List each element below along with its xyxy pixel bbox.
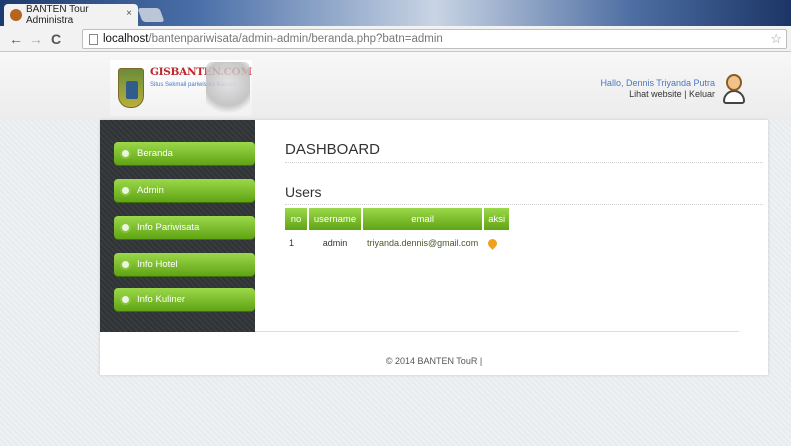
browser-toolbar: ← → C localhost /bantenpariwisata/admin-… [0, 26, 791, 52]
cell-no: 1 [289, 238, 295, 249]
column-header-aksi: aksi [484, 208, 510, 230]
emblem-icon [118, 68, 144, 108]
sidebar-item-label: Info Hotel [137, 259, 178, 270]
users-table: no username email aksi 1 admin triyanda.… [283, 208, 511, 250]
user-greeting: Hallo, Dennis Triyanda Putra [600, 78, 715, 88]
bullet-icon [120, 259, 131, 270]
favicon-icon [10, 9, 22, 21]
bullet-icon [120, 294, 131, 305]
view-site-link[interactable]: Lihat website [629, 89, 682, 99]
cell-aksi [484, 230, 509, 250]
bullet-icon [120, 185, 131, 196]
browser-tab[interactable]: BANTEN Tour Administra × [4, 4, 138, 26]
sidebar-item-beranda[interactable]: Beranda [114, 142, 255, 165]
tab-title: BANTEN Tour Administra [26, 4, 89, 26]
logout-link[interactable]: Keluar [689, 89, 715, 99]
table-header-row: no username email aksi [285, 208, 510, 230]
footer-divider [255, 331, 739, 332]
url-path: /bantenpariwisata/admin-admin/beranda.ph… [148, 33, 443, 45]
footer-text: © 2014 BANTEN TouR | [385, 356, 483, 366]
table-row: 1 admin triyanda.dennis@gmail.com [285, 230, 509, 250]
address-bar[interactable]: localhost /bantenpariwisata/admin-admin/… [82, 29, 787, 49]
cell-email: triyanda.dennis@gmail.com [367, 238, 479, 249]
sidebar-item-label: Info Kuliner [137, 294, 186, 305]
bullet-icon [120, 222, 131, 233]
title-divider [285, 162, 763, 163]
section-title: Users [285, 184, 322, 200]
page-icon [89, 33, 98, 45]
bullet-icon [120, 148, 131, 159]
column-header-no: no [285, 208, 307, 230]
url-host: localhost [103, 33, 149, 45]
sidebar-item-info-kuliner[interactable]: Info Kuliner [114, 288, 255, 311]
site-logo[interactable]: GISBANTEN.COM Situs Sekmail pariwisata B… [110, 60, 252, 116]
column-header-email: email [363, 208, 483, 230]
browser-tabstrip: BANTEN Tour Administra × [0, 0, 791, 26]
sidebar-item-info-pariwisata[interactable]: Info Pariwisata [114, 216, 255, 239]
reload-button[interactable]: C [46, 31, 66, 47]
sidebar-item-admin[interactable]: Admin [114, 179, 255, 202]
sidebar-item-info-hotel[interactable]: Info Hotel [114, 253, 255, 276]
sidebar-item-label: Admin [137, 185, 164, 196]
link-separator: | [684, 89, 687, 99]
avatar-icon [722, 74, 746, 104]
back-button[interactable]: ← [6, 31, 26, 47]
sidebar-item-label: Beranda [137, 148, 173, 159]
forward-button[interactable]: → [26, 31, 46, 47]
sidebar-item-label: Info Pariwisata [137, 222, 200, 233]
new-tab-button[interactable] [137, 8, 165, 22]
column-header-username: username [309, 208, 361, 230]
cell-username: admin [322, 238, 348, 249]
page-title: DASHBOARD [285, 141, 381, 158]
tab-close-icon[interactable]: × [126, 8, 132, 19]
user-links: Lihat website | Keluar [629, 89, 715, 99]
star-icon[interactable]: ☆ [770, 31, 782, 47]
edit-icon[interactable] [486, 237, 500, 250]
logo-artwork-icon [206, 62, 250, 114]
section-divider [285, 204, 763, 205]
